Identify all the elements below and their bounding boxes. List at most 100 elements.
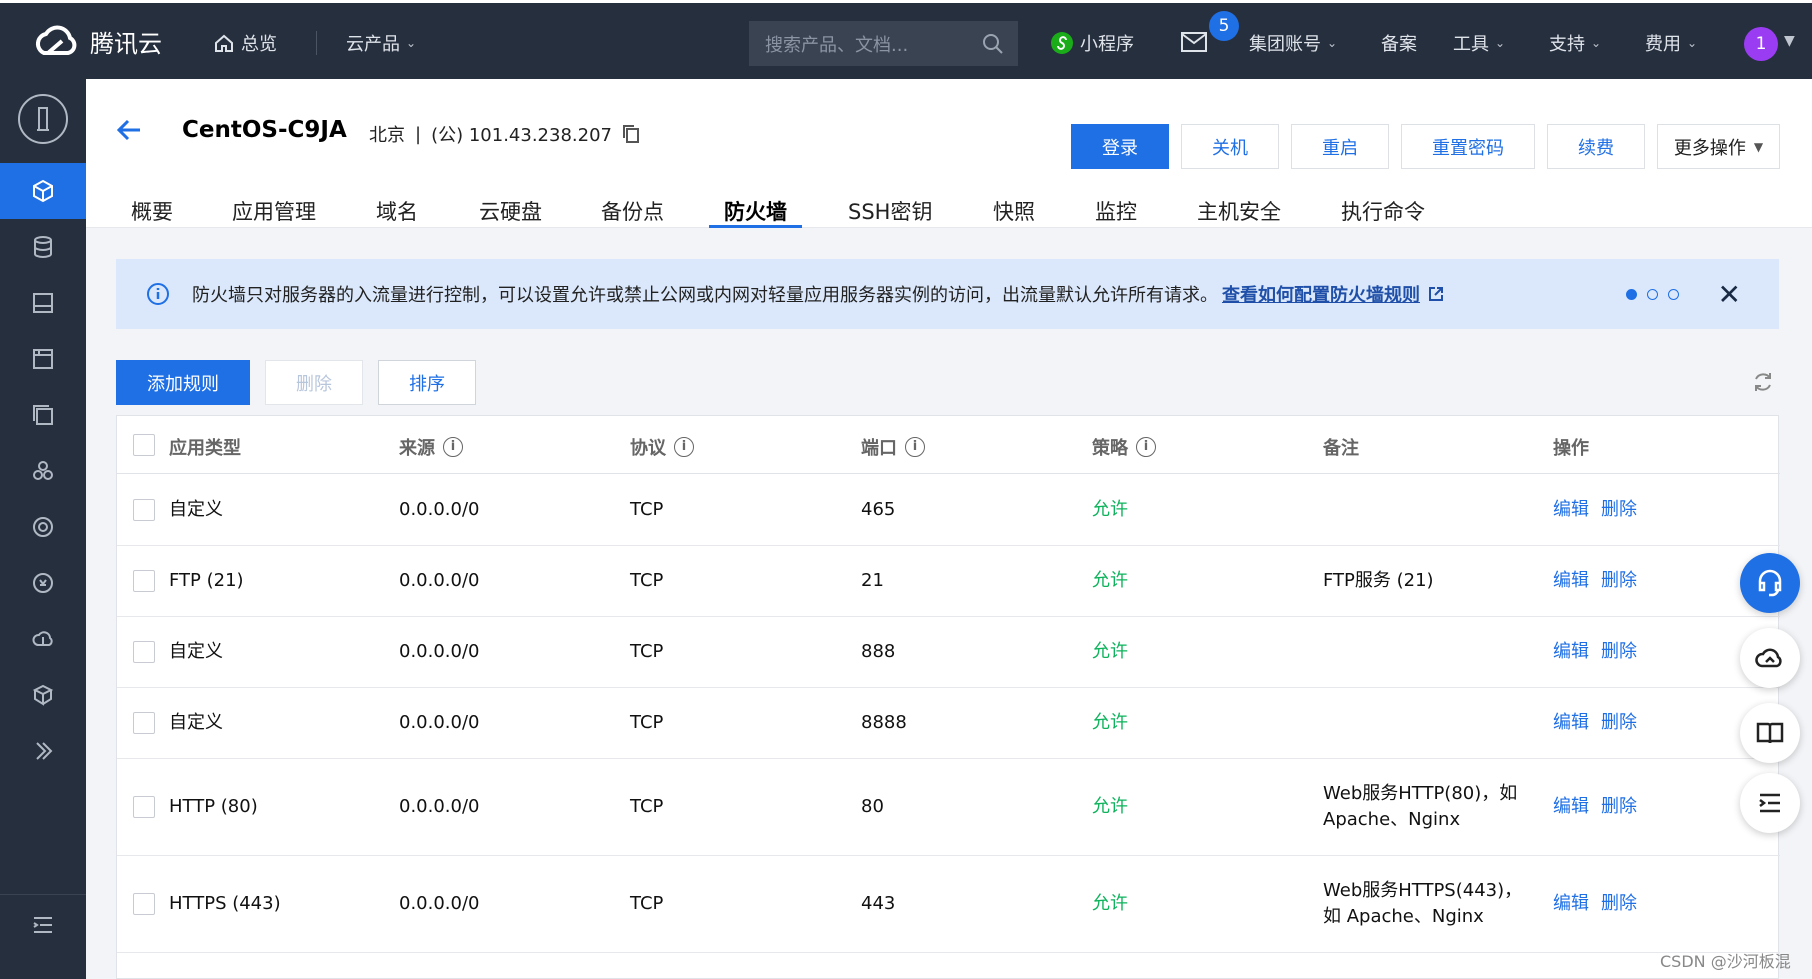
tab-run-command[interactable]: 执行命令 bbox=[1341, 196, 1425, 226]
nav-products[interactable]: 云产品 ⌄ bbox=[346, 30, 416, 56]
col-ops: 操作 bbox=[1553, 438, 1589, 459]
sidebar-item-cloud[interactable] bbox=[0, 611, 86, 667]
close-icon[interactable]: ✕ bbox=[1718, 278, 1741, 311]
nav-overview[interactable]: 总览 bbox=[213, 30, 277, 56]
tab-ssh-key[interactable]: SSH密钥 bbox=[848, 196, 932, 226]
back-arrow-icon[interactable] bbox=[116, 117, 142, 143]
row-checkbox[interactable] bbox=[133, 641, 155, 663]
edit-link[interactable]: 编辑 bbox=[1553, 497, 1589, 523]
sidebar-item-package[interactable] bbox=[0, 667, 86, 723]
refresh-icon[interactable] bbox=[1751, 370, 1775, 394]
carousel-dot[interactable] bbox=[1647, 289, 1658, 300]
info-icon[interactable]: i bbox=[905, 437, 925, 457]
more-actions-dropdown[interactable]: 更多操作 ▼ bbox=[1657, 124, 1780, 169]
edit-link[interactable]: 编辑 bbox=[1553, 794, 1589, 820]
restart-button[interactable]: 重启 bbox=[1291, 124, 1389, 169]
caret-down-icon: ▼ bbox=[1753, 139, 1764, 154]
sidebar-item-instances[interactable] bbox=[0, 163, 86, 219]
nav-support[interactable]: 支持 ⌄ bbox=[1549, 30, 1601, 56]
cloud-assistant-button[interactable] bbox=[1740, 628, 1800, 688]
customer-service-button[interactable] bbox=[1740, 553, 1800, 613]
delete-link[interactable]: 删除 bbox=[1601, 710, 1637, 736]
renew-button[interactable]: 续费 bbox=[1547, 124, 1645, 169]
tab-domain[interactable]: 域名 bbox=[376, 196, 418, 226]
cell-policy: 允许 bbox=[1092, 712, 1128, 733]
tab-bar: 概要 应用管理 域名 云硬盘 备份点 防火墙 SSH密钥 快照 监控 主机安全 … bbox=[86, 185, 1812, 228]
tab-firewall[interactable]: 防火墙 bbox=[724, 196, 787, 226]
row-checkbox[interactable] bbox=[133, 499, 155, 521]
tab-monitor[interactable]: 监控 bbox=[1095, 196, 1137, 226]
table-row: 自定义 0.0.0.0/0 TCP 888 允许 编辑 删除 bbox=[117, 617, 1780, 688]
nav-tools[interactable]: 工具 ⌄ bbox=[1453, 30, 1505, 56]
row-checkbox[interactable] bbox=[133, 712, 155, 734]
search-icon[interactable] bbox=[982, 33, 1004, 55]
search-box[interactable]: 搜索产品、文档... bbox=[749, 21, 1018, 66]
delete-link[interactable]: 删除 bbox=[1601, 891, 1637, 917]
edit-link[interactable]: 编辑 bbox=[1553, 891, 1589, 917]
collapse-sidebar-button[interactable] bbox=[0, 894, 86, 954]
cell-remark: FTP服务 (21) bbox=[1323, 570, 1434, 591]
row-checkbox[interactable] bbox=[133, 893, 155, 915]
info-icon[interactable]: i bbox=[1136, 437, 1156, 457]
login-button[interactable]: 登录 bbox=[1071, 124, 1169, 169]
copy-icon[interactable] bbox=[622, 124, 640, 144]
sidebar-item-snapshot[interactable] bbox=[0, 331, 86, 387]
delete-button[interactable]: 删除 bbox=[265, 360, 363, 405]
sidebar-item-image[interactable] bbox=[0, 387, 86, 443]
chevron-down-icon[interactable]: ▼ bbox=[1784, 33, 1795, 49]
avatar[interactable]: 1 bbox=[1744, 27, 1778, 61]
notice-link[interactable]: 查看如何配置防火墙规则 bbox=[1222, 281, 1420, 307]
carousel-dot[interactable] bbox=[1626, 289, 1637, 300]
table-header: 应用类型 来源 i 协议 i 端口 i 策略 i 备注 操作 bbox=[117, 416, 1780, 474]
col-policy: 策略 i bbox=[1092, 434, 1156, 460]
lighthouse-icon[interactable] bbox=[18, 94, 68, 144]
external-link-icon[interactable] bbox=[1428, 286, 1444, 302]
tab-host-security[interactable]: 主机安全 bbox=[1197, 196, 1281, 226]
shutdown-button[interactable]: 关机 bbox=[1181, 124, 1279, 169]
cell-policy: 允许 bbox=[1092, 499, 1128, 520]
cell-protocol: TCP bbox=[630, 712, 664, 733]
add-rule-button[interactable]: 添加规则 bbox=[116, 360, 250, 405]
sidebar bbox=[0, 79, 86, 979]
info-icon[interactable]: i bbox=[443, 437, 463, 457]
cell-protocol: TCP bbox=[630, 499, 664, 520]
sidebar-item-target[interactable] bbox=[0, 499, 86, 555]
tab-cloud-disk[interactable]: 云硬盘 bbox=[479, 196, 542, 226]
tab-snapshot[interactable]: 快照 bbox=[993, 196, 1035, 226]
edit-link[interactable]: 编辑 bbox=[1553, 568, 1589, 594]
sidebar-item-database[interactable] bbox=[0, 219, 86, 275]
chevron-down-icon: ⌄ bbox=[1495, 36, 1506, 50]
mail-button[interactable] bbox=[1181, 32, 1207, 52]
reset-password-button[interactable]: 重置密码 bbox=[1401, 124, 1535, 169]
nav-filing[interactable]: 备案 bbox=[1381, 30, 1417, 56]
tab-backup[interactable]: 备份点 bbox=[601, 196, 664, 226]
info-icon bbox=[147, 283, 169, 305]
sidebar-item-script[interactable] bbox=[0, 723, 86, 779]
carousel-dot[interactable] bbox=[1668, 289, 1679, 300]
sort-button[interactable]: 排序 bbox=[378, 360, 476, 405]
delete-link[interactable]: 删除 bbox=[1601, 497, 1637, 523]
edit-link[interactable]: 编辑 bbox=[1553, 710, 1589, 736]
delete-link[interactable]: 删除 bbox=[1601, 794, 1637, 820]
row-checkbox[interactable] bbox=[133, 570, 155, 592]
delete-link[interactable]: 删除 bbox=[1601, 639, 1637, 665]
nav-group-account[interactable]: 集团账号 ⌄ bbox=[1249, 30, 1337, 56]
info-icon[interactable]: i bbox=[674, 437, 694, 457]
cloud-logo-icon bbox=[35, 25, 77, 55]
sidebar-item-container[interactable] bbox=[0, 443, 86, 499]
sidebar-item-disk[interactable] bbox=[0, 275, 86, 331]
nav-billing[interactable]: 费用 ⌄ bbox=[1645, 30, 1697, 56]
cell-port: 80 bbox=[861, 796, 884, 817]
tab-app-management[interactable]: 应用管理 bbox=[232, 196, 316, 226]
brand-logo[interactable]: 腾讯云 bbox=[30, 21, 162, 61]
edit-link[interactable]: 编辑 bbox=[1553, 639, 1589, 665]
tab-overview[interactable]: 概要 bbox=[131, 196, 173, 226]
cell-protocol: TCP bbox=[630, 893, 664, 914]
nav-mini-program[interactable]: 小程序 bbox=[1050, 30, 1134, 56]
delete-link[interactable]: 删除 bbox=[1601, 568, 1637, 594]
feedback-button[interactable] bbox=[1740, 773, 1800, 833]
docs-button[interactable] bbox=[1740, 703, 1800, 763]
sidebar-item-billing[interactable] bbox=[0, 555, 86, 611]
row-checkbox[interactable] bbox=[133, 796, 155, 818]
select-all-checkbox[interactable] bbox=[133, 434, 155, 456]
